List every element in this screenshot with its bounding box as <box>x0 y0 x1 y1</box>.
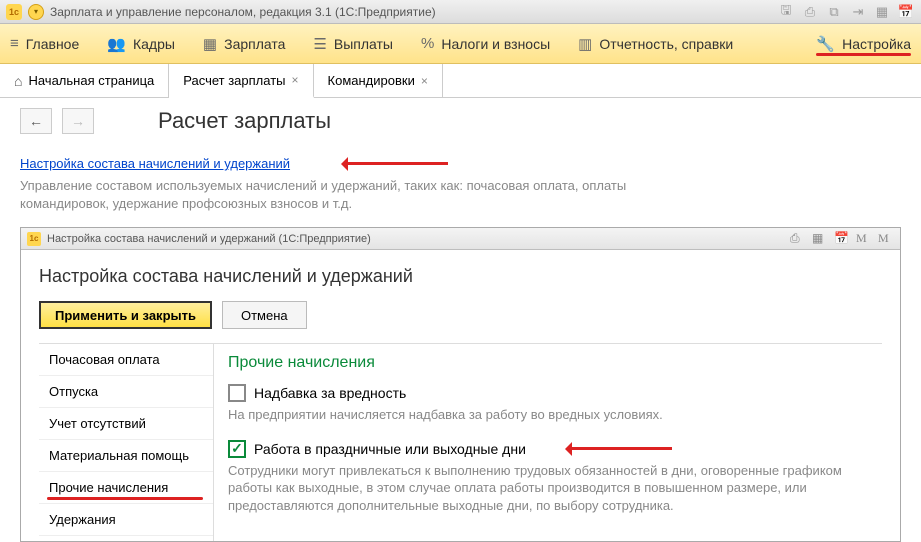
nav-vyplaty[interactable]: ☰Выплаты <box>313 35 393 53</box>
annotation-arrow <box>558 442 672 456</box>
app-logo-icon: 1c <box>6 4 22 20</box>
tab-home[interactable]: ⌂Начальная страница <box>0 64 169 97</box>
letter-m-plus-icon[interactable]: M <box>878 231 894 247</box>
tab-raschet-zarplaty[interactable]: Расчет зарплаты× <box>169 64 313 98</box>
letter-m-icon[interactable]: M <box>856 231 872 247</box>
print-icon[interactable]: ⎙ <box>790 231 806 247</box>
print-icon[interactable]: ⎙ <box>801 3 819 21</box>
sidebar-item-otpuska[interactable]: Отпуска <box>39 376 213 408</box>
app-title: Зарплата и управление персоналом, редакц… <box>50 5 436 19</box>
apply-close-button[interactable]: Применить и закрыть <box>39 301 212 329</box>
checkbox-prazdnichnye-desc: Сотрудники могут привлекаться к выполнен… <box>228 462 868 515</box>
settings-link[interactable]: Настройка состава начислений и удержаний <box>20 156 290 171</box>
dialog-heading: Настройка состава начислений и удержаний <box>39 266 882 287</box>
sidebar-item-uchet[interactable]: Учет отсутствий <box>39 408 213 440</box>
nav-otchetnost[interactable]: ▥Отчетность, справки <box>578 35 733 53</box>
dialog-titlebar: 1c Настройка состава начислений и удержа… <box>21 228 900 250</box>
tab-bar: ⌂Начальная страница Расчет зарплаты× Ком… <box>0 64 921 98</box>
sidebar-item-uderzhaniya[interactable]: Удержания <box>39 504 213 536</box>
cancel-button[interactable]: Отмена <box>222 301 307 329</box>
link-description: Управление составом используемых начисле… <box>20 177 660 213</box>
app-menu-dropdown[interactable]: ▾ <box>28 4 44 20</box>
annotation-underline <box>816 53 911 56</box>
main-toolbar: ≡Главное 👥Кадры ▦Зарплата ☰Выплаты %Нало… <box>0 24 921 64</box>
sidebar-item-prochie[interactable]: Прочие начисления <box>39 472 213 504</box>
checkbox-vrednost-desc: На предприятии начисляется надбавка за р… <box>228 406 868 424</box>
tab-komandirovki[interactable]: Командировки× <box>314 64 443 97</box>
dialog-main: Прочие начисления Надбавка за вредность … <box>214 344 882 540</box>
checkbox-vrednost-label: Надбавка за вредность <box>254 385 406 401</box>
app-logo-icon: 1c <box>27 232 41 246</box>
sidebar-item-matpomosh[interactable]: Материальная помощь <box>39 440 213 472</box>
close-icon[interactable]: × <box>292 73 299 87</box>
nav-nalogi[interactable]: %Налоги и взносы <box>421 35 550 52</box>
forward-button[interactable]: → <box>62 108 94 134</box>
grid-icon[interactable]: ▦ <box>812 231 828 247</box>
annotation-underline <box>47 497 203 500</box>
sidebar-item-pochasovaya[interactable]: Почасовая оплата <box>39 344 213 376</box>
close-icon[interactable]: × <box>421 74 428 88</box>
nav-kadry[interactable]: 👥Кадры <box>107 35 175 53</box>
annotation-arrow <box>334 157 448 171</box>
save-icon[interactable]: 🖫 <box>777 3 795 21</box>
home-icon: ⌂ <box>14 73 22 89</box>
checkbox-vrednost[interactable] <box>228 384 246 402</box>
page-content: ← → Расчет зарплаты Настройка состава на… <box>0 98 921 542</box>
checkbox-prazdnichnye[interactable]: ✓ <box>228 440 246 458</box>
nav-menu-icon[interactable]: ≡Главное <box>10 35 79 52</box>
calc-icon[interactable]: ▦ <box>873 3 891 21</box>
copy-icon[interactable]: ⧉ <box>825 3 843 21</box>
link-icon[interactable]: ⇥ <box>849 3 867 21</box>
calendar-icon[interactable]: 📅 <box>834 231 850 247</box>
nav-zarplata[interactable]: ▦Зарплата <box>203 35 286 53</box>
calendar-icon[interactable]: 📅 <box>897 3 915 21</box>
dialog-title: Настройка состава начислений и удержаний… <box>47 233 371 245</box>
dialog-window: 1c Настройка состава начислений и удержа… <box>20 227 901 541</box>
dialog-sidebar: Почасовая оплата Отпуска Учет отсутствий… <box>39 344 214 540</box>
page-title: Расчет зарплаты <box>158 108 331 134</box>
nav-nastroika[interactable]: 🔧 Настройка <box>816 35 911 53</box>
back-button[interactable]: ← <box>20 108 52 134</box>
section-heading: Прочие начисления <box>228 354 868 372</box>
app-titlebar: 1c ▾ Зарплата и управление персоналом, р… <box>0 0 921 24</box>
checkbox-prazdnichnye-label: Работа в праздничные или выходные дни <box>254 441 526 457</box>
wrench-icon: 🔧 <box>816 35 835 53</box>
